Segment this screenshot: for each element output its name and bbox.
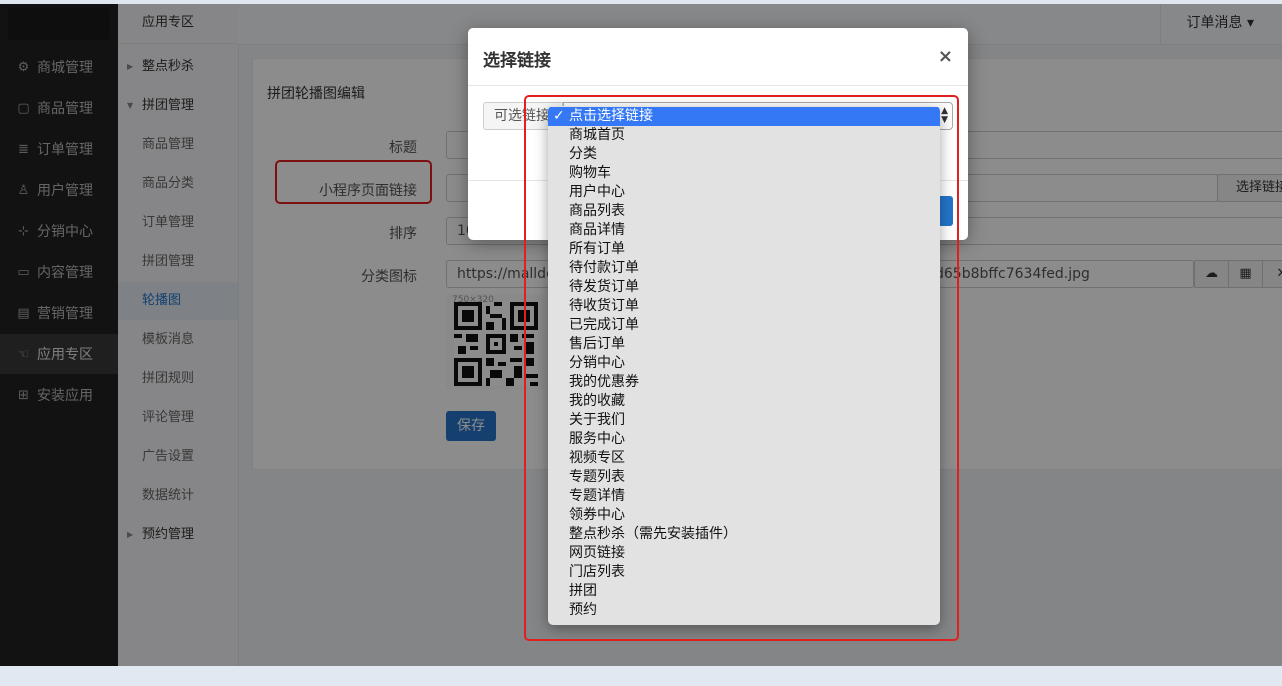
annotation-highlight-dropdown [524,95,959,641]
bottom-strip [0,666,1282,686]
modal-divider [468,85,968,86]
close-icon[interactable]: × [938,46,953,67]
modal-title: 选择链接 [483,51,551,71]
